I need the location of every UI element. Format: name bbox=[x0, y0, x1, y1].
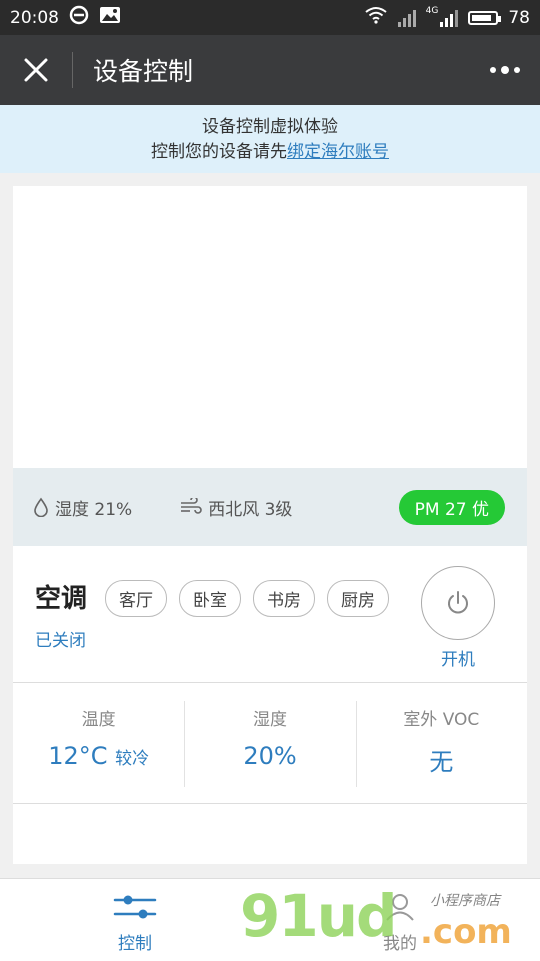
bind-account-link[interactable]: 绑定海尔账号 bbox=[287, 142, 389, 162]
banner-prefix: 控制您的设备请先 bbox=[151, 142, 287, 162]
power-button[interactable] bbox=[421, 566, 495, 640]
banner-subtitle: 控制您的设备请先绑定海尔账号 bbox=[0, 139, 540, 165]
stat-temperature: 温度 12°C 较冷 bbox=[13, 683, 184, 803]
room-chip[interactable]: 书房 bbox=[253, 580, 315, 617]
stat-label: 湿度 bbox=[252, 710, 287, 730]
close-button[interactable] bbox=[0, 35, 72, 105]
status-time: 20:08 bbox=[10, 7, 59, 28]
stat-label: 温度 bbox=[81, 710, 116, 730]
power-label[interactable]: 开机 bbox=[421, 645, 495, 670]
notification-app-icon bbox=[69, 5, 89, 30]
humidity-info: 湿度 21% bbox=[33, 495, 132, 520]
stat-value: 20% bbox=[243, 742, 297, 770]
stat-value-text: 12°C bbox=[48, 742, 108, 770]
power-icon bbox=[448, 591, 468, 614]
water-drop-icon bbox=[34, 497, 48, 517]
title-bar: 设备控制 bbox=[0, 35, 540, 105]
room-chip[interactable]: 厨房 bbox=[327, 580, 389, 617]
watermark-suffix: .com bbox=[420, 912, 512, 952]
device-image-area bbox=[13, 186, 527, 468]
wind-info: 西北风 3级 bbox=[180, 495, 292, 520]
stat-note: 较冷 bbox=[115, 749, 150, 769]
pm-badge: PM 27 优 bbox=[398, 489, 505, 525]
demo-banner: 设备控制虚拟体验 控制您的设备请先绑定海尔账号 bbox=[0, 105, 540, 173]
room-chip[interactable]: 客厅 bbox=[105, 580, 167, 617]
divider bbox=[13, 803, 527, 804]
status-bar: 20:08 4G 78 bbox=[0, 0, 540, 35]
battery-level: 78 bbox=[508, 7, 530, 28]
battery-icon bbox=[468, 10, 502, 25]
tab-control-label: 控制 bbox=[118, 934, 152, 954]
device-status: 已关闭 bbox=[35, 631, 86, 651]
stat-humidity: 湿度 20% bbox=[184, 683, 355, 803]
tab-control[interactable]: 控制 bbox=[75, 893, 195, 954]
banner-title: 设备控制虚拟体验 bbox=[202, 117, 338, 137]
stat-voc: 室外 VOC 无 bbox=[355, 683, 527, 803]
wind-text: 西北风 3级 bbox=[208, 499, 293, 520]
page-title: 设备控制 bbox=[93, 57, 194, 86]
environment-bar: 湿度 21% 西北风 3级 PM 27 优 bbox=[13, 468, 527, 546]
device-name: 空调 bbox=[35, 584, 88, 614]
stat-label: 室外 VOC bbox=[403, 710, 480, 730]
watermark-logo: 91ud bbox=[240, 882, 398, 950]
wind-icon bbox=[181, 498, 202, 514]
title-divider bbox=[72, 52, 73, 88]
room-list: 客厅 卧室 书房 厨房 bbox=[105, 580, 389, 617]
watermark-tag: 小程序商店 bbox=[430, 893, 500, 909]
close-icon bbox=[24, 58, 48, 82]
wifi-icon bbox=[364, 6, 388, 29]
device-row: 空调 客厅 卧室 书房 厨房 已关闭 开机 bbox=[13, 546, 527, 682]
stats-row: 温度 12°C 较冷 湿度 20% 室外 VOC 无 bbox=[13, 683, 527, 803]
network-type: 4G bbox=[425, 6, 439, 16]
image-notification-icon bbox=[99, 6, 121, 29]
room-chip[interactable]: 卧室 bbox=[179, 580, 241, 617]
humidity-text: 湿度 21% bbox=[55, 499, 133, 520]
stat-value: 无 bbox=[429, 748, 454, 776]
signal-icon bbox=[397, 9, 416, 27]
device-card: 湿度 21% 西北风 3级 PM 27 优 空调 客厅 卧室 书房 厨房 已关闭… bbox=[13, 186, 527, 864]
sliders-icon bbox=[113, 895, 157, 919]
more-button[interactable] bbox=[490, 66, 520, 74]
signal-4g-icon bbox=[440, 9, 459, 27]
stat-value: 12°C 较冷 bbox=[13, 742, 184, 770]
